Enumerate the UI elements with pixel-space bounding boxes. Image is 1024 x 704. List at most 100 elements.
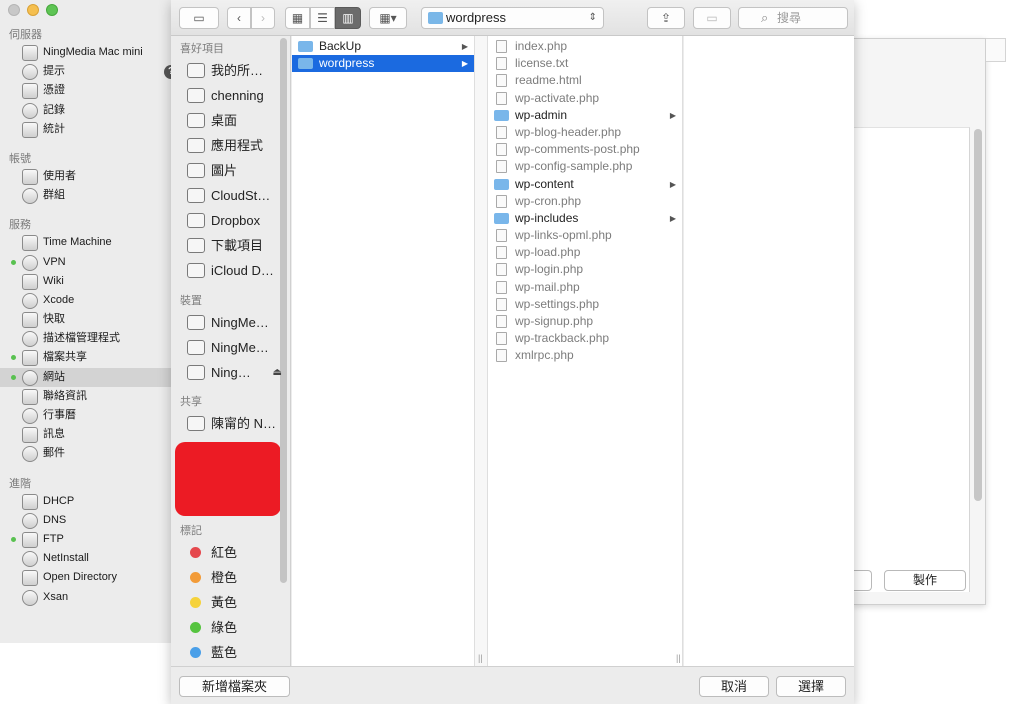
tag-color-icon — [190, 547, 201, 558]
file-row[interactable]: wp-cron.php — [488, 193, 682, 210]
sidebar-tag-item[interactable]: 綠色 — [171, 615, 290, 640]
path-popup[interactable]: wordpress ⇕ — [421, 7, 604, 29]
arrange-button[interactable]: ▦▾ — [369, 7, 407, 29]
folder-icon — [187, 188, 205, 203]
column-view-button[interactable]: ▥ — [335, 7, 361, 29]
file-row[interactable]: wp-blog-header.php — [488, 124, 682, 141]
server-item[interactable]: 網站 — [0, 367, 172, 387]
file-row[interactable]: wp-load.php — [488, 244, 682, 261]
file-row[interactable]: wp-settings.php — [488, 296, 682, 313]
share-button[interactable]: ⇪ — [647, 7, 685, 29]
server-item-label: 行事曆 — [43, 409, 76, 421]
sidebar-item[interactable]: 桌面 — [171, 108, 290, 133]
file-row[interactable]: xmlrpc.php — [488, 347, 682, 364]
folder-row[interactable]: BackUp ▶ — [292, 38, 474, 55]
file-row[interactable]: wp-signup.php — [488, 313, 682, 330]
sidebar-item[interactable]: chenning — [171, 83, 290, 108]
server-item[interactable]: Xcode — [0, 291, 172, 310]
back-button[interactable]: ‹ — [227, 7, 251, 29]
sidebar-item[interactable]: CloudSt… — [171, 183, 290, 208]
status-dot — [11, 259, 16, 265]
file-row[interactable]: wp-config-sample.php — [488, 158, 682, 175]
server-item[interactable]: 檔案共享 — [0, 348, 172, 367]
server-item[interactable]: Open Directory — [0, 568, 172, 587]
document-icon — [496, 125, 507, 139]
make-button[interactable]: 製作 — [884, 570, 966, 591]
sidebar-item[interactable]: NingMe… — [171, 310, 290, 335]
server-item[interactable]: NingMedia Mac mini — [0, 43, 172, 62]
tag-button[interactable]: ▭ — [693, 7, 731, 29]
column-divider[interactable]: || — [475, 36, 488, 666]
sidebar-item[interactable]: 應用程式 — [171, 133, 290, 158]
folder-row[interactable]: wp-includes ▶ — [488, 210, 682, 227]
server-item[interactable]: NetInstall — [0, 549, 172, 568]
cancel-button[interactable]: 取消 — [699, 676, 769, 697]
folder-row[interactable]: wordpress ▶ — [292, 55, 474, 73]
sidebar-toggle-button[interactable]: ▭ — [179, 7, 219, 29]
server-item[interactable]: Xsan — [0, 588, 172, 607]
server-item[interactable]: DHCP — [0, 492, 172, 511]
folder-icon — [298, 41, 313, 52]
eject-icon[interactable]: ⏏ — [273, 360, 282, 385]
server-item[interactable]: FTP — [0, 530, 172, 549]
sidebar-item[interactable]: 陳甯的 N… — [171, 411, 290, 436]
row-label: wp-settings.php — [515, 296, 600, 311]
server-item[interactable]: 郵件 — [0, 444, 172, 463]
icon-view-button[interactable]: ▦ — [285, 7, 310, 29]
file-row[interactable]: wp-links-opml.php — [488, 227, 682, 244]
server-item[interactable]: 快取 — [0, 310, 172, 329]
server-item[interactable]: 群組 — [0, 186, 172, 205]
zoom-window-button[interactable] — [46, 4, 58, 16]
file-row[interactable]: wp-mail.php — [488, 279, 682, 296]
server-item-label: NingMedia Mac mini — [43, 46, 143, 58]
sidebar-item[interactable]: 下載項目 — [171, 233, 290, 258]
folder-row[interactable]: wp-content ▶ — [488, 176, 682, 193]
server-item[interactable]: 提示? — [0, 62, 178, 81]
sidebar-item[interactable]: Ning… ⏏ — [171, 360, 290, 385]
sidebar-item[interactable]: 我的所… — [171, 58, 290, 83]
server-item[interactable]: 憑證 — [0, 81, 172, 100]
list-view-button[interactable]: ☰ — [310, 7, 335, 29]
new-folder-button[interactable]: 新增檔案夾 — [179, 676, 290, 697]
mail-icon — [22, 446, 38, 463]
search-input[interactable]: ⌕ 搜尋 — [738, 7, 848, 29]
sidebar-tag-item[interactable]: 紅色 — [171, 540, 290, 565]
server-item[interactable]: 使用者 — [0, 167, 172, 186]
server-item[interactable]: DNS — [0, 511, 172, 530]
file-row[interactable]: wp-activate.php — [488, 90, 682, 107]
sidebar-item[interactable]: 圖片 — [171, 158, 290, 183]
sidebar-tag-item[interactable]: 橙色 — [171, 565, 290, 590]
file-row[interactable]: wp-comments-post.php — [488, 141, 682, 158]
close-window-button[interactable] — [8, 4, 20, 16]
sidebar-item[interactable]: NingMe… — [171, 335, 290, 360]
file-row[interactable]: index.php — [488, 38, 682, 55]
sidebar-tag-item[interactable]: 黃色 — [171, 590, 290, 615]
server-item[interactable]: VPN — [0, 253, 172, 272]
minimize-window-button[interactable] — [27, 4, 39, 16]
file-row[interactable]: wp-trackback.php — [488, 330, 682, 347]
folder-row[interactable]: wp-admin ▶ — [488, 107, 682, 124]
server-item[interactable]: 聯絡資訊 — [0, 387, 172, 406]
server-item[interactable]: Time Machine — [0, 233, 172, 252]
icon-view-icon: ▦ — [291, 11, 304, 25]
server-item[interactable]: 訊息 — [0, 425, 172, 444]
server-item[interactable]: Wiki — [0, 272, 172, 291]
file-row[interactable]: wp-login.php — [488, 261, 682, 278]
server-item[interactable]: 統計 — [0, 120, 172, 139]
server-item[interactable]: 描述檔管理程式 — [0, 329, 172, 348]
file-row[interactable]: readme.html — [488, 72, 682, 89]
sheet-scrollbar[interactable] — [974, 129, 982, 501]
sheet-secondary-button[interactable] — [853, 570, 872, 591]
sidebar-item[interactable]: iCloud D… — [171, 258, 290, 283]
forward-button[interactable]: › — [251, 7, 275, 29]
column-resize-handle-icon[interactable]: || — [676, 653, 681, 663]
choose-button[interactable]: 選擇 — [776, 676, 846, 697]
file-row[interactable]: license.txt — [488, 55, 682, 72]
sidebar-tag-item[interactable]: 藍色 — [171, 640, 290, 665]
server-item[interactable]: 記錄 — [0, 101, 172, 120]
column-resize-handle-icon[interactable]: || — [478, 653, 483, 663]
sidebar-item[interactable]: Dropbox — [171, 208, 290, 233]
server-item[interactable]: 行事曆 — [0, 406, 172, 425]
disclosure-arrow-icon: ▶ — [669, 110, 676, 120]
